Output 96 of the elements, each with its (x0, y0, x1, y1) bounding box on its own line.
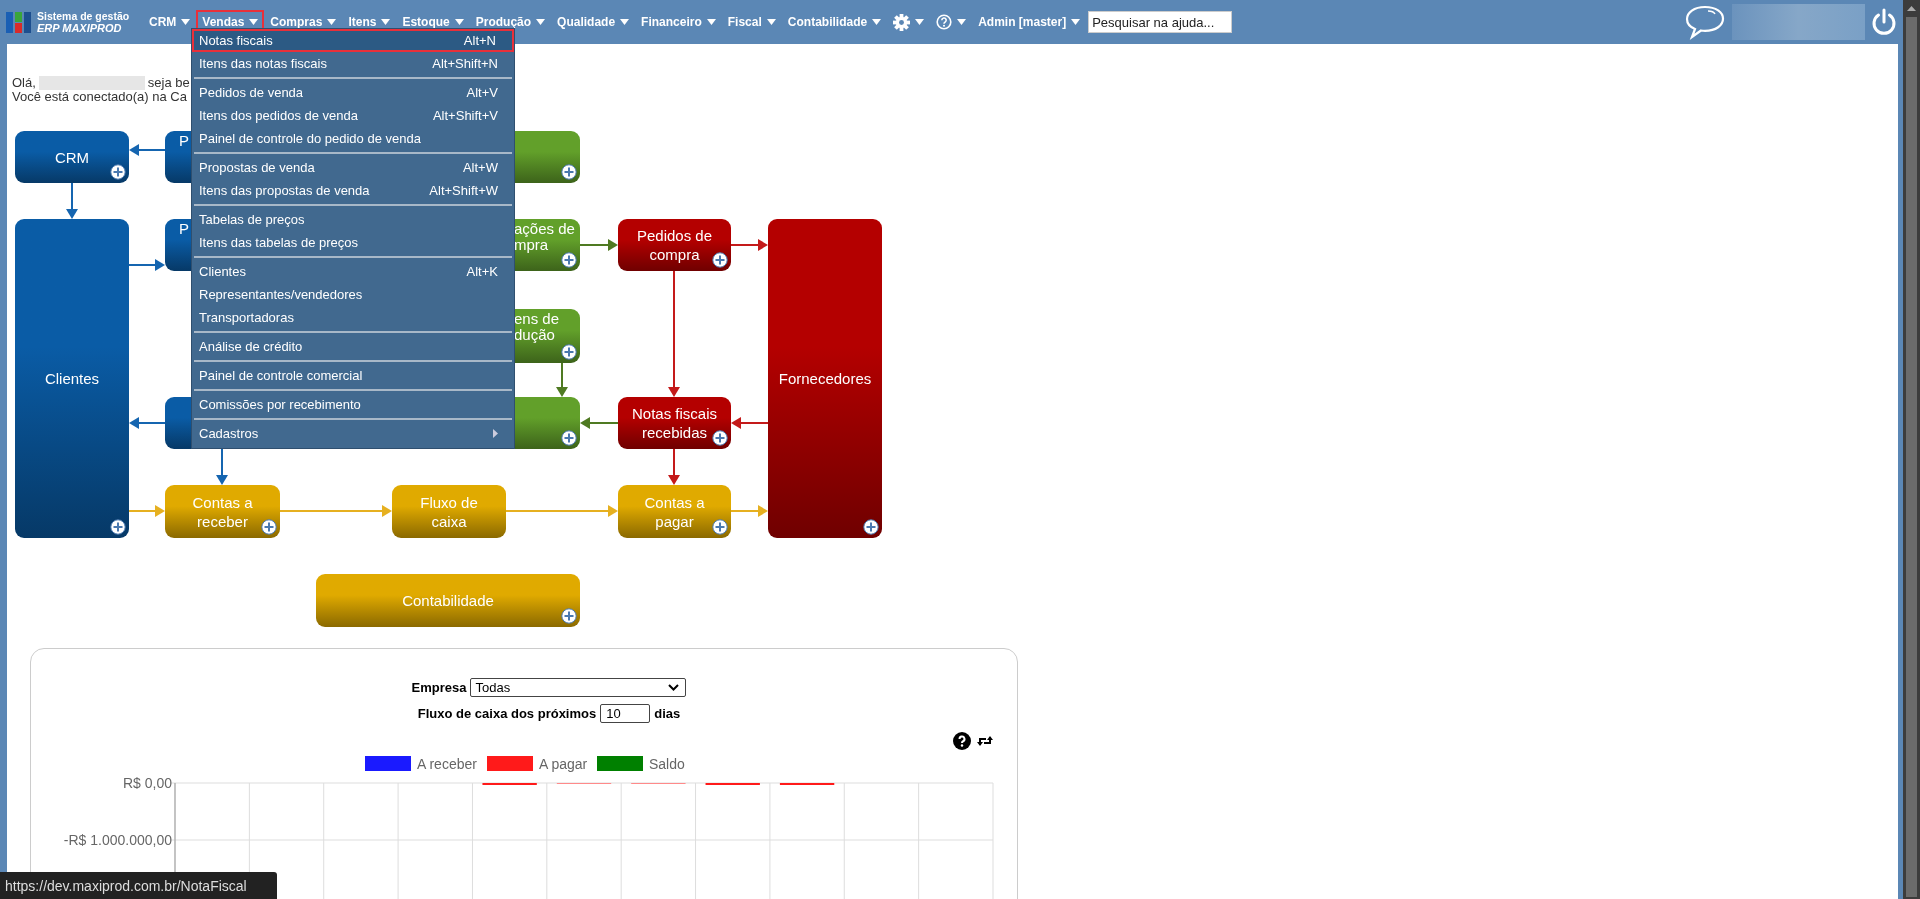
legend-label: Saldo (649, 756, 685, 772)
company-label: Empresa (411, 679, 467, 695)
add-icon[interactable] (712, 252, 728, 268)
logo-title: ERP MAXIPROD (37, 22, 123, 34)
node-label: Fluxo de caixa (420, 492, 478, 531)
chevron-icon (668, 683, 680, 691)
connection-text: Você está conectado(a) na Ca (12, 90, 187, 104)
refresh-icon[interactable] (977, 734, 993, 748)
legend-label: A receber (417, 756, 477, 772)
node-label: Clientes (44, 369, 100, 388)
arrow (66, 182, 78, 219)
nav-menu-item[interactable]: Financeiro (635, 10, 722, 34)
caret-icon (766, 19, 776, 25)
flow-node[interactable]: Pedidos de compra (618, 219, 731, 271)
add-icon[interactable] (863, 519, 879, 535)
arrow (129, 417, 166, 429)
add-icon[interactable] (110, 164, 126, 180)
menu-item[interactable]: Painel de controle comercial (192, 364, 514, 387)
add-icon[interactable] (561, 344, 577, 360)
caret-icon (957, 19, 967, 25)
node-label: Contabilidade (402, 591, 494, 610)
caret-icon (706, 19, 716, 25)
menu-item[interactable]: Cadastros (192, 422, 514, 445)
arrow (216, 448, 228, 485)
submenu-arrow-icon (493, 429, 498, 438)
status-url: https://dev.maxiprod.com.br/NotaFiscal (0, 872, 277, 899)
flow-node[interactable]: Contas a receber (165, 485, 280, 538)
node-label: CRM (54, 147, 90, 167)
node-label: P (179, 221, 189, 237)
greeting-text: Olá, (12, 76, 36, 90)
caret-icon (620, 19, 630, 25)
menu-item[interactable]: Representantes/vendedores (192, 283, 514, 306)
search-field[interactable]: Pesquisar na ajuda... (1088, 11, 1233, 33)
menu-item[interactable]: Itens das notas fiscais Alt+Shift+N (192, 52, 514, 75)
days-unit: dias (654, 705, 681, 721)
help-icon (936, 14, 953, 30)
caret-icon (454, 19, 464, 25)
caret-icon (327, 19, 337, 25)
node-label: Pedidos de compra (636, 226, 713, 264)
nav-menu-item[interactable]: Contabilidade (781, 10, 888, 34)
logo-subtitle: Sistema de gestão (37, 10, 130, 22)
days-label: Fluxo de caixa dos próximos (417, 705, 597, 721)
flow-node[interactable]: Contas a pagar (618, 485, 731, 538)
caret-icon (1071, 19, 1081, 25)
add-icon[interactable] (561, 430, 577, 446)
add-icon[interactable] (110, 519, 126, 535)
node-label: Contas a receber (192, 492, 253, 531)
arrow (730, 505, 768, 517)
add-icon[interactable] (561, 164, 577, 180)
add-icon[interactable] (561, 252, 577, 268)
arrow (556, 362, 568, 397)
help-icon[interactable] (953, 732, 971, 750)
axis-tick-label: R$ 0,00 (122, 775, 172, 791)
arrow (730, 239, 768, 251)
caret-icon (381, 19, 391, 25)
menu-item[interactable]: Itens dos pedidos de venda Alt+Shift+V (192, 104, 514, 127)
menu-item[interactable]: Pedidos de venda Alt+V (192, 81, 514, 104)
logo-icon (6, 9, 32, 35)
caret-icon (536, 19, 546, 25)
arrow (579, 239, 618, 251)
chat-bubble-icon (1684, 4, 1726, 40)
days-field[interactable]: 10 (600, 703, 651, 723)
arrow (731, 417, 769, 429)
arrow (128, 259, 165, 271)
menu-item[interactable]: Comissões por recebimento (192, 393, 514, 416)
nav-menu-item[interactable]: Admin [master] (972, 10, 1087, 34)
add-icon[interactable] (712, 430, 728, 446)
company-select[interactable]: Todas (470, 677, 687, 697)
flow-node[interactable]: Fluxo de caixa (392, 485, 506, 538)
flow-node[interactable]: Notas fiscais recebidas (618, 397, 731, 449)
node-label: ens de dução (514, 311, 560, 343)
arrow (668, 448, 680, 485)
nav-menu-item[interactable]: Fiscal (721, 10, 782, 34)
scrollbar[interactable] (1903, 0, 1920, 899)
arrow (128, 505, 165, 517)
caret-icon (181, 19, 191, 25)
arrow (580, 417, 619, 429)
arrow (129, 144, 166, 156)
power-icon[interactable] (1871, 8, 1897, 36)
menu-item[interactable]: Notas fiscais Alt+N (192, 29, 514, 52)
nav-menu-item[interactable]: Qualidade (551, 10, 636, 34)
flow-node[interactable]: Clientes (15, 219, 129, 538)
caret-icon (915, 19, 925, 25)
flow-node[interactable]: Fornecedores (768, 219, 882, 538)
node-label: P (179, 133, 189, 149)
node-label: Fornecedores (778, 369, 872, 388)
axis-tick-label: -R$ 1.000.000,00 (63, 832, 172, 848)
flow-node[interactable]: CRM (15, 131, 129, 183)
caret-icon (872, 19, 882, 25)
greeting-text: seja be (147, 76, 190, 90)
caret-icon (249, 19, 259, 25)
legend-label: A pagar (539, 756, 588, 772)
node-label: ações de mpra (514, 221, 575, 253)
node-label: Notas fiscais recebidas (632, 404, 717, 442)
settings-icon (893, 13, 911, 31)
node-label: Contas a pagar (644, 492, 705, 531)
